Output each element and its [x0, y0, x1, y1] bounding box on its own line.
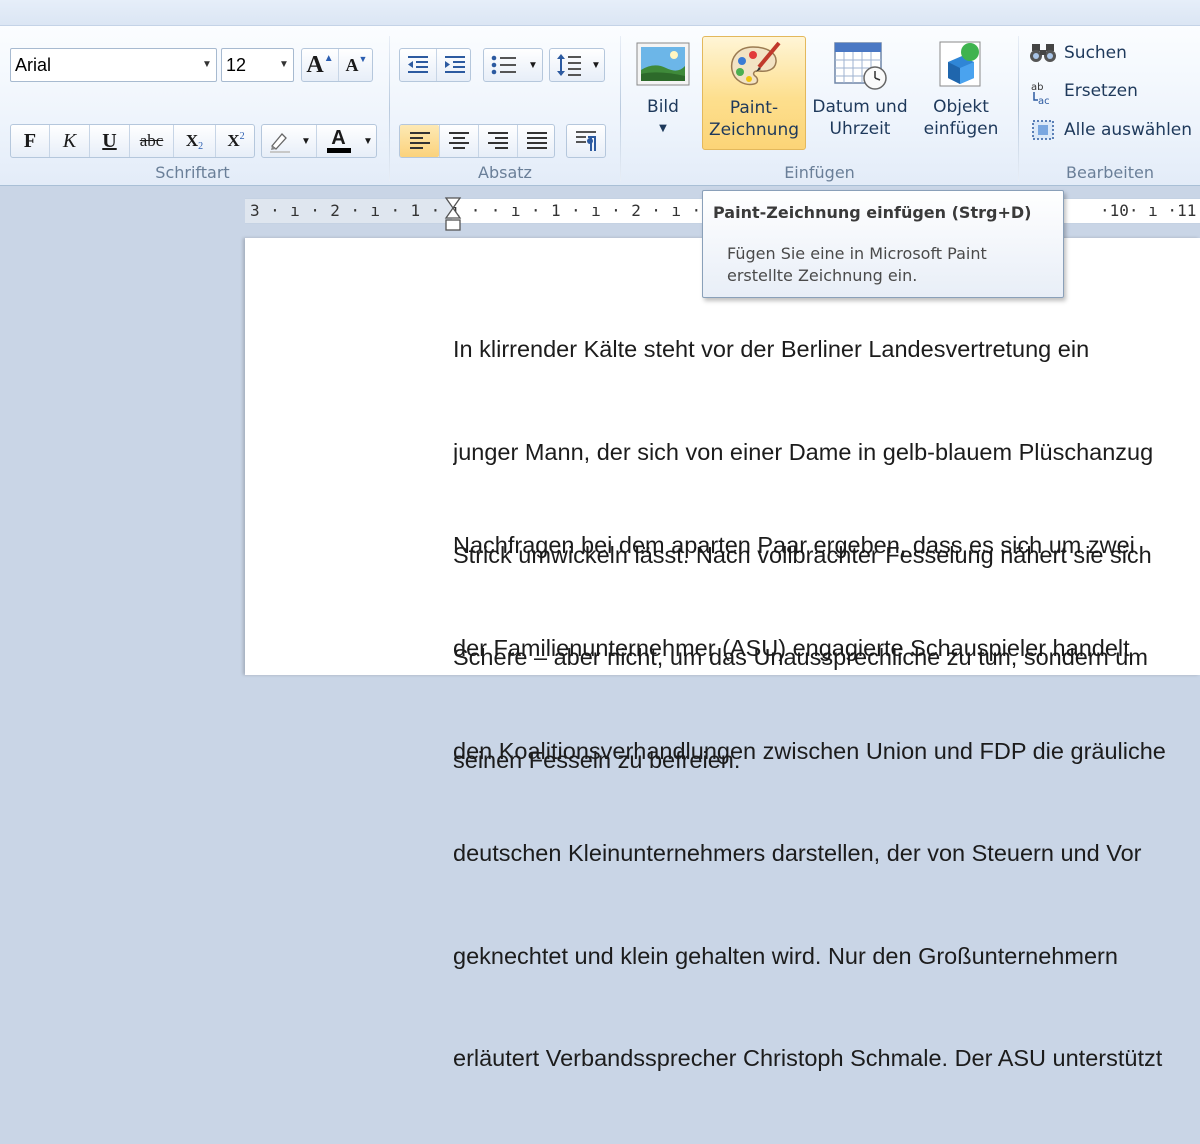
font-family-combo[interactable]: Arial ▼: [10, 48, 217, 82]
shrink-font-icon[interactable]: A ▼: [338, 49, 374, 81]
chevron-down-icon[interactable]: ▼: [632, 118, 694, 140]
underline-button[interactable]: U: [89, 125, 129, 157]
chevron-down-icon[interactable]: ▼: [588, 49, 604, 81]
grow-font-button[interactable]: A ▲ A ▼: [301, 48, 373, 82]
decrease-indent-icon[interactable]: [400, 49, 436, 81]
paragraph-settings-button[interactable]: [566, 124, 606, 158]
chevron-down-icon[interactable]: ▼: [198, 49, 216, 81]
group-divider: [1018, 36, 1019, 181]
insert-object-label-line1: Objekt: [933, 97, 989, 117]
insert-datetime-button[interactable]: Datum und Uhrzeit: [808, 36, 912, 150]
indent-marker-icon[interactable]: [444, 196, 462, 238]
insert-object-button[interactable]: Objekt einfügen: [914, 36, 1008, 150]
tooltip-paint-drawing: Paint-Zeichnung einfügen (Strg+D) Fügen …: [702, 190, 1064, 298]
alignment-buttons: [399, 124, 555, 158]
insert-picture-label: Bild: [647, 97, 679, 117]
insert-paint-label-line2: Zeichnung: [708, 120, 800, 140]
increase-indent-icon[interactable]: [436, 49, 472, 81]
group-divider: [620, 36, 621, 181]
line-spacing-button[interactable]: ▼: [549, 48, 605, 82]
tooltip-title: Paint-Zeichnung einfügen (Strg+D): [713, 203, 1032, 222]
group-label-paragraph: Absatz: [478, 163, 532, 182]
group-insert: Bild ▼ Paint- Zeichnung Datum und Uhrzei…: [622, 26, 1017, 186]
chevron-down-icon[interactable]: ▼: [298, 125, 314, 157]
paint-palette-icon: [727, 41, 781, 91]
document-page[interactable]: In klirrender Kälte steht vor der Berlin…: [245, 238, 1200, 1071]
font-size-combo[interactable]: 12 ▼: [221, 48, 294, 82]
insert-paint-label-line1: Paint-: [729, 98, 779, 118]
paragraph-icon: [576, 131, 596, 151]
replace-button[interactable]: ab ac Ersetzen: [1030, 78, 1138, 107]
insert-datetime-label-line2: Uhrzeit: [829, 119, 891, 139]
align-left-button[interactable]: [400, 125, 439, 157]
insert-object-icon: [934, 40, 988, 90]
text-line: geknechtet und klein gehalten wird. Nur …: [453, 942, 1118, 969]
group-font: Arial ▼ 12 ▼ A ▲ A ▼ F K U abc X 2 X 2 ▼…: [0, 26, 385, 186]
strikethrough-button[interactable]: abc: [129, 125, 173, 157]
chevron-down-icon[interactable]: ▼: [360, 125, 376, 157]
text-line: erläutert Verbandssprecher Christoph Sch…: [453, 1045, 1163, 1072]
ruler-marks-left: 3 · ı · 2 · ı · 1 · ı · · ı · 1 · ı · 2 …: [250, 201, 762, 220]
replace-icon: ab ac: [1030, 80, 1056, 107]
svg-text:ac: ac: [1038, 96, 1050, 106]
select-all-label: Alle auswählen: [1064, 120, 1193, 140]
font-color-icon[interactable]: A: [316, 125, 360, 157]
insert-object-label-line2: einfügen: [923, 119, 999, 139]
calendar-clock-icon: [833, 40, 887, 90]
text-line: Nachfragen bei dem aparten Paar ergeben,…: [453, 532, 1135, 559]
replace-label: Ersetzen: [1064, 81, 1138, 101]
indent-buttons: [399, 48, 471, 82]
insert-picture-button[interactable]: Bild ▼: [632, 36, 694, 150]
group-label-insert: Einfügen: [784, 163, 855, 182]
insert-paint-drawing-button[interactable]: Paint- Zeichnung: [702, 36, 806, 150]
font-family-value: Arial: [15, 55, 52, 75]
find-button[interactable]: Suchen: [1030, 40, 1127, 66]
group-divider: [389, 36, 390, 181]
ruler-marks-right: ·10· ı ·11 ·: [1100, 201, 1200, 220]
chevron-down-icon[interactable]: ▼: [524, 49, 542, 81]
font-size-value: 12: [226, 55, 247, 75]
find-label: Suchen: [1064, 43, 1127, 63]
select-all-button[interactable]: Alle auswählen: [1030, 117, 1192, 143]
select-all-icon: [1030, 119, 1056, 141]
group-paragraph: ▼ ▼ Absatz: [392, 26, 618, 186]
align-center-button[interactable]: [439, 125, 478, 157]
text-line: In klirrender Kälte steht vor der Berlin…: [453, 336, 1090, 363]
group-label-font: Schriftart: [155, 163, 230, 182]
highlighter-icon: [262, 125, 298, 157]
grow-font-icon: A ▲: [306, 51, 334, 78]
subscript-button[interactable]: X2: [173, 125, 215, 157]
format-buttons: F K U abc X2 X2: [10, 124, 255, 158]
text-line: deutschen Kleinunternehmers darstellen, …: [453, 840, 1142, 867]
picture-icon: [636, 40, 690, 90]
justify-button[interactable]: [517, 125, 556, 157]
binoculars-icon: [1030, 42, 1056, 64]
group-label-edit: Bearbeiten: [1066, 163, 1154, 182]
ribbon-tab-strip: [0, 0, 1200, 26]
svg-text:ab: ab: [1031, 82, 1043, 93]
bullet-list-button[interactable]: ▼: [483, 48, 543, 82]
bullet-list-icon: [484, 49, 524, 81]
align-right-button[interactable]: [478, 125, 517, 157]
bold-button[interactable]: F: [11, 125, 49, 157]
text-line: der Familienunternehmer (ASU) engagierte…: [453, 635, 1130, 662]
paragraph-2: Nachfragen bei dem aparten Paar ergeben,…: [453, 460, 1200, 1144]
text-line: den Koalitionsverhandlungen zwischen Uni…: [453, 737, 1166, 764]
chevron-down-icon[interactable]: ▼: [275, 49, 293, 81]
highlight-color-button[interactable]: ▼ A ▼: [261, 124, 377, 158]
tooltip-description: Fügen Sie eine in Microsoft Paint erstel…: [727, 244, 987, 285]
insert-datetime-label-line1: Datum und: [812, 97, 908, 117]
ribbon: Arial ▼ 12 ▼ A ▲ A ▼ F K U abc X 2 X 2 ▼…: [0, 26, 1200, 186]
superscript-button[interactable]: X2: [215, 125, 256, 157]
line-spacing-icon: [550, 49, 588, 81]
italic-button[interactable]: K: [49, 125, 89, 157]
